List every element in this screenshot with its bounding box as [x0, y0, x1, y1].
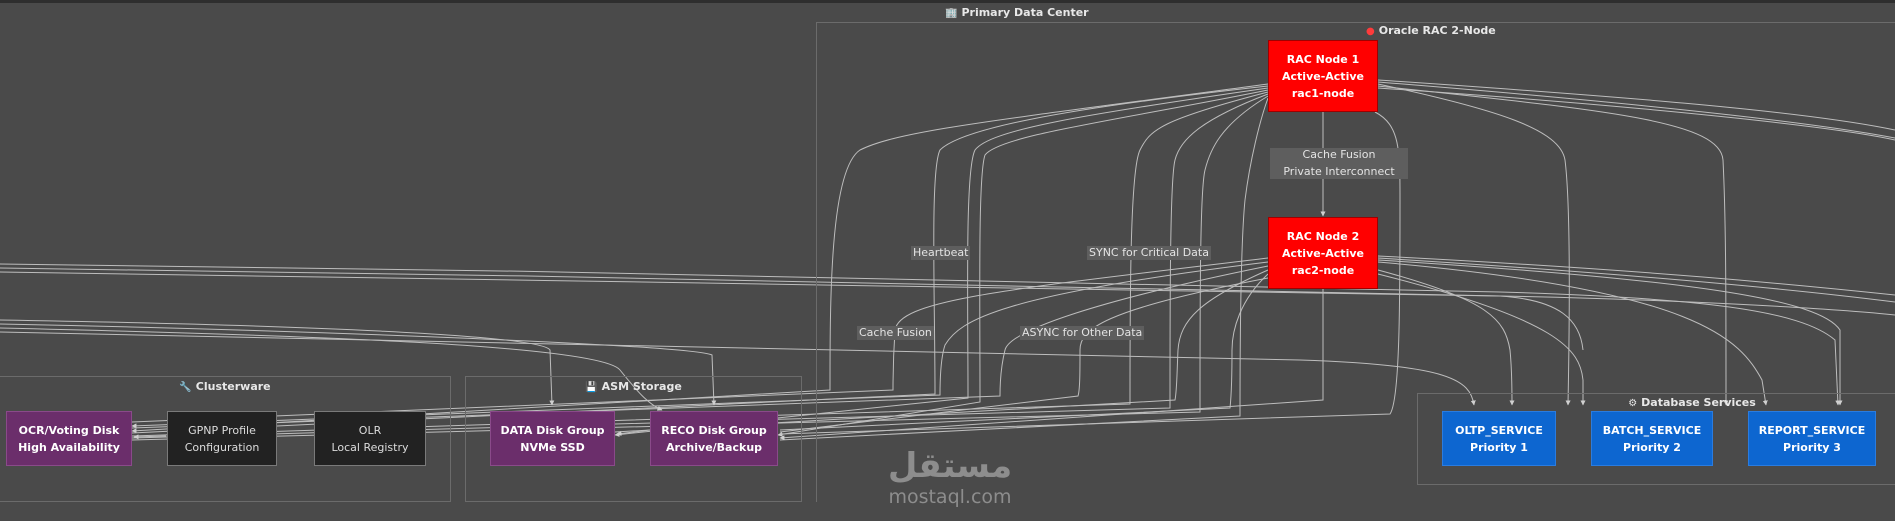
primary-title: 🏢 Primary Data Center [945, 6, 1089, 19]
edge-label-sync: SYNC for Critical Data [1087, 246, 1211, 260]
edge-label-heartbeat: Heartbeat [911, 246, 971, 260]
gear-icon: ⚙ [1628, 398, 1638, 409]
wrench-icon: 🔧 [179, 382, 192, 393]
watermark-latin: mostaql.com [888, 486, 1012, 508]
olr-node[interactable]: OLR Local Registry [314, 411, 426, 466]
ocr-voting-disk-node[interactable]: OCR/Voting Disk High Availability [6, 411, 132, 466]
gpnp-profile-node[interactable]: GPNP Profile Configuration [167, 411, 277, 466]
edge-label-cache-fusion-interconnect: Cache Fusion Private Interconnect [1270, 148, 1408, 179]
red-circle-icon: ● [1366, 26, 1375, 37]
rac-node-2[interactable]: RAC Node 2 Active-Active rac2-node [1268, 217, 1378, 289]
oltp-service-node[interactable]: OLTP_SERVICE Priority 1 [1442, 411, 1556, 466]
edge-label-async: ASYNC for Other Data [1020, 326, 1145, 340]
edge-label-cache-fusion: Cache Fusion [857, 326, 934, 340]
reco-disk-group-node[interactable]: RECO Disk Group Archive/Backup [650, 411, 778, 466]
batch-service-node[interactable]: BATCH_SERVICE Priority 2 [1591, 411, 1713, 466]
building-icon: 🏢 [945, 8, 958, 19]
mostaql-watermark: مستقل mostaql.com [880, 446, 1020, 508]
report-service-node[interactable]: REPORT_SERVICE Priority 3 [1748, 411, 1876, 466]
floppy-disk-icon: 💾 [585, 382, 598, 393]
watermark-arabic: مستقل [887, 446, 1013, 486]
rac-node-1[interactable]: RAC Node 1 Active-Active rac1-node [1268, 40, 1378, 112]
data-disk-group-node[interactable]: DATA Disk Group NVMe SSD [490, 411, 615, 466]
rac-cluster-title: ● Oracle RAC 2-Node [1366, 24, 1496, 37]
